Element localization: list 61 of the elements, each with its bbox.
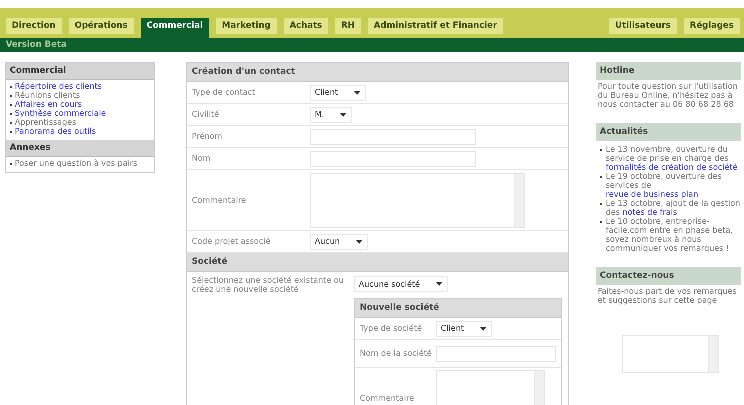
input-field[interactable]: [310, 128, 476, 144]
panel-title: Société: [187, 253, 568, 272]
nav-tab[interactable]: Réglages: [684, 18, 740, 34]
caret-icon: [340, 112, 348, 116]
dropdown[interactable]: M.: [310, 106, 352, 122]
dropdown[interactable]: Aucune société: [354, 276, 448, 292]
field-label: Nom: [191, 154, 212, 163]
scrollbar[interactable]: [708, 336, 718, 372]
news-link[interactable]: formalités de création de société: [606, 163, 738, 172]
nav-tab[interactable]: Achats: [284, 18, 328, 34]
hint-text: Sélectionnez une société existante ou créez une nouvelle société: [192, 276, 344, 296]
sidebar-link[interactable]: Affaires en cours: [15, 100, 82, 109]
section-title: Commercial: [6, 63, 154, 80]
field-label: Type de contact: [191, 88, 256, 97]
field-label: Commentaire: [359, 394, 416, 402]
field-label: Civilité: [191, 110, 220, 119]
caret-icon: [480, 326, 488, 330]
dropdown[interactable]: Aucun: [310, 234, 368, 250]
nav-tab[interactable]: RH: [335, 18, 362, 34]
sidebar-item[interactable]: Réunions clients: [15, 91, 80, 100]
news-text: Le 13 octobre, ajout de la gestion des notes de frais: [606, 199, 741, 217]
field-label: Type de société: [359, 324, 424, 333]
caret-icon: [436, 282, 444, 286]
news-link[interactable]: notes de frais: [622, 208, 678, 217]
field-label: Commentaire: [191, 196, 248, 204]
nav-tab[interactable]: Marketing: [216, 18, 277, 34]
comment-field[interactable]: [310, 172, 525, 228]
dropdown[interactable]: Client: [310, 84, 366, 100]
nav-tab[interactable]: Commercial: [140, 18, 210, 38]
news-link[interactable]: revue de business plan: [606, 190, 699, 199]
section-title: Actualités: [596, 123, 741, 141]
news-text: Le 10 octobre, entreprise-facile.com entre en phase beta, soyez nombreux à nous communiquer vos remarques !: [606, 217, 734, 253]
nav-tab[interactable]: Direction: [6, 18, 62, 34]
sidebar-item[interactable]: Poser une question à vos pairs: [15, 159, 138, 168]
section-title: Annexes: [6, 140, 154, 157]
sidebar-item[interactable]: Apprentissages: [15, 118, 76, 127]
dropdown[interactable]: Client: [436, 320, 492, 336]
section-title: Hotline: [596, 62, 741, 80]
field-label: Prénom: [191, 132, 224, 141]
scrollbar[interactable]: [514, 174, 524, 226]
sidebar-link[interactable]: Panorama des outils: [15, 127, 96, 136]
sidebar-link[interactable]: Répertoire des clients: [15, 82, 102, 91]
sidebar-link[interactable]: Synthèse commerciale: [15, 109, 106, 118]
news-text: Le 19 octobre, ouverture des services de revue de business plan: [606, 172, 723, 199]
nav-tab[interactable]: Administratif et Financier: [368, 18, 504, 34]
field-label: Nom de la société: [359, 349, 434, 358]
panel-title: Création d'un contact: [187, 63, 568, 82]
news-text: Le 13 novembre, ouverture du service de prise en charge des formalités de création de société: [606, 145, 739, 172]
contact-text: Faites-nous part de vos remarques et suggestions sur cette page: [597, 286, 738, 307]
panel-title: Nouvelle société: [355, 299, 561, 318]
section-title: Contactez-nous: [596, 267, 741, 285]
nav-tab[interactable]: Utilisateurs: [609, 18, 678, 34]
caret-icon: [356, 240, 364, 244]
caret-icon: [354, 90, 362, 94]
feedback-field[interactable]: [622, 335, 719, 373]
field-label: Code projet associé: [191, 237, 272, 246]
input-field[interactable]: [436, 346, 556, 362]
input-field[interactable]: [310, 150, 476, 166]
nav-tab[interactable]: Opérations: [68, 18, 134, 34]
hotline-text: Pour toute question sur l'utilisation du Bureau Online, n'hésitez pas à nous contacter au 06 80 68 28 68: [597, 81, 739, 111]
version-label: Version Beta: [6, 40, 67, 50]
